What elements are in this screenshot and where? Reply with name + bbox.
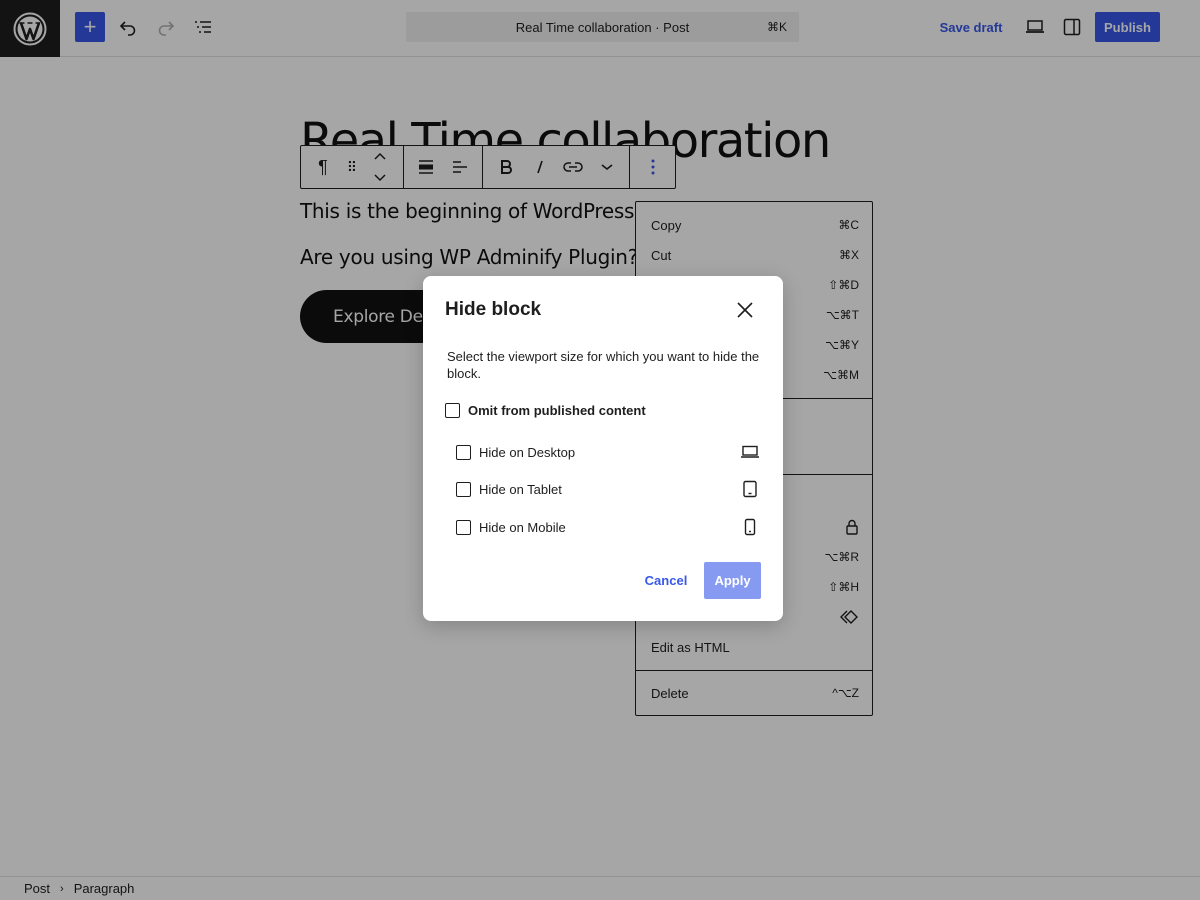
hide-desktop-row[interactable]: Hide on Desktop	[456, 445, 760, 460]
laptop-icon	[740, 442, 760, 462]
hide-block-modal: Hide block Select the viewport size for …	[423, 276, 783, 621]
tablet-icon	[740, 479, 760, 499]
apply-button[interactable]: Apply	[704, 562, 761, 599]
hide-desktop-label: Hide on Desktop	[479, 445, 576, 460]
hide-mobile-row[interactable]: Hide on Mobile	[456, 517, 760, 537]
cancel-button[interactable]: Cancel	[639, 562, 693, 598]
hide-desktop-checkbox[interactable]	[456, 445, 471, 460]
modal-title: Hide block	[445, 299, 542, 320]
hide-mobile-checkbox[interactable]	[456, 520, 471, 535]
mobile-icon	[740, 517, 760, 537]
hide-tablet-label: Hide on Tablet	[479, 482, 562, 497]
hide-tablet-row[interactable]: Hide on Tablet	[456, 479, 760, 499]
omit-checkbox[interactable]	[445, 403, 460, 418]
hide-mobile-label: Hide on Mobile	[479, 520, 566, 535]
modal-description: Select the viewport size for which you w…	[447, 349, 760, 381]
omit-label: Omit from published content	[468, 403, 646, 418]
omit-checkbox-row[interactable]: Omit from published content	[445, 403, 646, 418]
close-button[interactable]	[731, 296, 759, 324]
close-icon	[737, 302, 753, 318]
hide-tablet-checkbox[interactable]	[456, 482, 471, 497]
